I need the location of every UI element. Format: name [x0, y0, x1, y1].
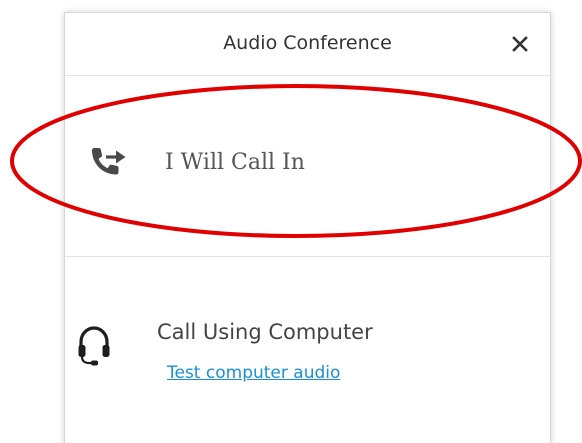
- call-using-computer-option: Call Using Computer Test computer audio: [65, 257, 550, 443]
- call-in-option[interactable]: I Will Call In: [65, 76, 550, 257]
- headset-icon: [78, 326, 110, 366]
- audio-conference-dialog: Audio Conference I Will Call In Call Usi…: [64, 12, 551, 443]
- phone-transfer-icon: [92, 148, 126, 175]
- call-using-computer-label[interactable]: Call Using Computer: [157, 320, 373, 344]
- call-in-label: I Will Call In: [165, 150, 305, 175]
- close-icon: [512, 36, 528, 52]
- dialog-title: Audio Conference: [223, 32, 392, 54]
- close-button[interactable]: [508, 32, 532, 56]
- test-computer-audio-link[interactable]: Test computer audio: [167, 363, 340, 383]
- dialog-header: Audio Conference: [65, 13, 550, 76]
